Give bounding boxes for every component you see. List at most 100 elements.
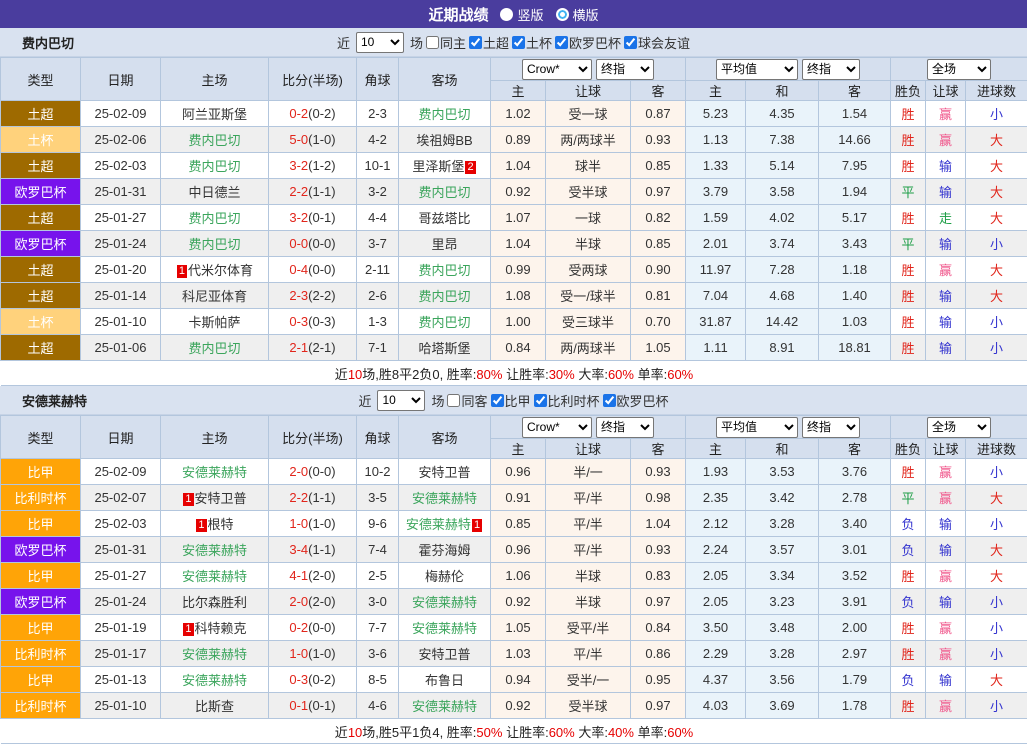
- odds-home: 0.92: [491, 179, 546, 205]
- match-row: 土杯 25-02-06 费内巴切 5-0(1-0) 4-2 埃祖姆BB 0.89…: [1, 127, 1027, 153]
- match-row: 比利时杯 25-01-17 安德莱赫特 1-0(1-0) 3-6 安特卫普 1.…: [1, 641, 1027, 667]
- league-option[interactable]: 欧罗巴杯: [603, 391, 669, 410]
- avg-draw: 3.58: [746, 179, 819, 205]
- half-time-score: (1-0): [308, 132, 335, 147]
- match-date: 25-01-13: [81, 667, 161, 693]
- odds-away: 0.70: [631, 309, 686, 335]
- half-time-score: (0-2): [308, 106, 335, 121]
- half-time-score: (1-0): [308, 646, 335, 661]
- full-time-score: 5-0: [289, 132, 308, 147]
- half-time-score: (1-0): [308, 516, 335, 531]
- layout-radio-horizontal[interactable]: 横版: [556, 5, 599, 24]
- league-checkbox[interactable]: [512, 36, 525, 49]
- odds-handicap: 受三球半: [546, 309, 631, 335]
- matches-label: 场: [410, 33, 423, 52]
- scope-select[interactable]: 全场: [927, 59, 991, 80]
- corner-cell: 9-6: [357, 511, 399, 537]
- home-team: 费内巴切: [161, 335, 269, 361]
- odds-handicap: 平/半: [546, 641, 631, 667]
- avg-home: 3.50: [686, 615, 746, 641]
- league-option[interactable]: 球会友谊: [624, 33, 690, 52]
- result-handicap: 赢: [926, 257, 966, 283]
- corner-cell: 3-5: [357, 485, 399, 511]
- home-team: 1根特: [161, 511, 269, 537]
- layout-radio-vertical[interactable]: 竖版: [500, 5, 543, 24]
- league-option[interactable]: 比利时杯: [534, 391, 600, 410]
- full-time-score: 2-1: [289, 340, 308, 355]
- odds-stage-select[interactable]: 终指: [596, 417, 654, 438]
- league-option[interactable]: 比甲: [491, 391, 531, 410]
- league-option[interactable]: 土杯: [512, 33, 552, 52]
- same-venue-checkbox[interactable]: [447, 394, 460, 407]
- radio-selected-icon[interactable]: [500, 8, 513, 21]
- avg-draw: 7.38: [746, 127, 819, 153]
- league-option[interactable]: 欧罗巴杯: [555, 33, 621, 52]
- odds-away: 0.85: [631, 231, 686, 257]
- odds-stage-select[interactable]: 终指: [596, 59, 654, 80]
- match-date: 25-01-31: [81, 179, 161, 205]
- league-checkbox[interactable]: [555, 36, 568, 49]
- same-venue-option[interactable]: 同客: [447, 391, 487, 410]
- avg-stage-select[interactable]: 终指: [802, 59, 860, 80]
- red-card-badge: 1: [183, 623, 193, 636]
- score-cell: 2-0(2-0): [269, 589, 357, 615]
- odds-home: 0.92: [491, 589, 546, 615]
- match-row: 比甲 25-01-13 安德莱赫特 0-3(0-2) 8-5 布鲁日 0.94 …: [1, 667, 1027, 693]
- same-venue-checkbox[interactable]: [426, 36, 439, 49]
- col-result-goals: 进球数: [966, 81, 1027, 101]
- scope-select[interactable]: 全场: [927, 417, 991, 438]
- match-row: 土超 25-01-27 费内巴切 3-2(0-1) 4-4 哥兹塔比 1.07 …: [1, 205, 1027, 231]
- odds-handicap: 受半球: [546, 693, 631, 719]
- home-team: 比斯查: [161, 693, 269, 719]
- league-checkbox[interactable]: [624, 36, 637, 49]
- red-card-badge: 1: [177, 265, 187, 278]
- full-time-score: 2-0: [289, 594, 308, 609]
- col-avg-home: 主: [686, 81, 746, 101]
- odds-home: 1.00: [491, 309, 546, 335]
- match-row: 土超 25-02-09 阿兰亚斯堡 0-2(0-2) 2-3 费内巴切 1.02…: [1, 101, 1027, 127]
- competition-badge: 比甲: [1, 459, 81, 485]
- corner-cell: 3-2: [357, 179, 399, 205]
- result-goals: 小: [966, 693, 1027, 719]
- result-handicap: 走: [926, 205, 966, 231]
- league-checkbox[interactable]: [491, 394, 504, 407]
- team-name: 安德莱赫特: [22, 391, 87, 410]
- bookmaker-select[interactable]: Crow*: [522, 417, 592, 438]
- avg-home: 2.35: [686, 485, 746, 511]
- same-venue-option[interactable]: 同主: [426, 33, 466, 52]
- league-checkbox[interactable]: [603, 394, 616, 407]
- half-time-score: (0-3): [308, 314, 335, 329]
- odds-home: 0.85: [491, 511, 546, 537]
- radio-unselected-icon[interactable]: [556, 8, 569, 21]
- match-count-select[interactable]: 10: [356, 32, 404, 53]
- league-checkbox[interactable]: [469, 36, 482, 49]
- result-outcome: 胜: [891, 615, 926, 641]
- odds-handicap: 半球: [546, 589, 631, 615]
- avg-draw: 3.42: [746, 485, 819, 511]
- score-cell: 0-3(0-2): [269, 667, 357, 693]
- odds-away: 0.93: [631, 537, 686, 563]
- match-date: 25-01-10: [81, 693, 161, 719]
- away-team: 梅赫伦: [399, 563, 491, 589]
- result-outcome: 平: [891, 485, 926, 511]
- match-row: 欧罗巴杯 25-01-24 费内巴切 0-0(0-0) 3-7 里昂 1.04 …: [1, 231, 1027, 257]
- average-select[interactable]: 平均值: [716, 59, 798, 80]
- match-row: 土超 25-01-06 费内巴切 2-1(2-1) 7-1 哈塔斯堡 0.84 …: [1, 335, 1027, 361]
- avg-away: 1.78: [819, 693, 891, 719]
- match-count-select[interactable]: 10: [377, 390, 425, 411]
- col-odds-away: 客: [631, 439, 686, 459]
- home-team: 1代米尔体育: [161, 257, 269, 283]
- odds-home: 1.03: [491, 641, 546, 667]
- bookmaker-select[interactable]: Crow*: [522, 59, 592, 80]
- avg-stage-select[interactable]: 终指: [802, 417, 860, 438]
- avg-away: 1.40: [819, 283, 891, 309]
- league-option[interactable]: 土超: [469, 33, 509, 52]
- team-name: 费内巴切: [22, 33, 74, 52]
- league-checkbox[interactable]: [534, 394, 547, 407]
- half-time-score: (2-1): [308, 340, 335, 355]
- odds-home: 0.91: [491, 485, 546, 511]
- half-time-score: (2-0): [308, 568, 335, 583]
- competition-badge: 土超: [1, 153, 81, 179]
- average-select[interactable]: 平均值: [716, 417, 798, 438]
- avg-away: 1.94: [819, 179, 891, 205]
